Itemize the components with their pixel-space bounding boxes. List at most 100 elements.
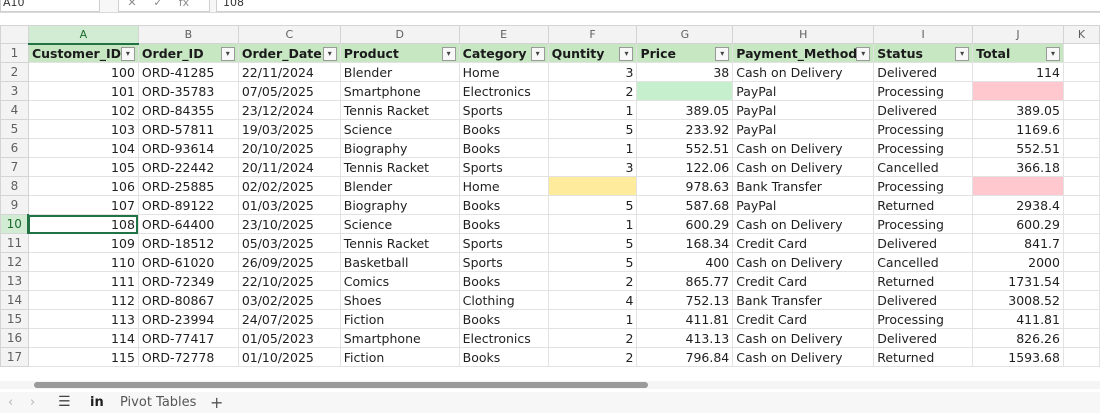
header-cell[interactable]: Payment_Method ▾ (732, 43, 875, 63)
cell[interactable]: 411.81 (636, 309, 734, 329)
cell[interactable]: ORD-18512 (137, 233, 239, 253)
cell[interactable]: 600.29 (636, 214, 734, 234)
cell[interactable]: 552.51 (972, 138, 1064, 158)
cell[interactable]: Books (458, 195, 549, 215)
cell[interactable]: 07/05/2025 (237, 81, 341, 101)
column-header[interactable]: I (873, 25, 974, 44)
cell[interactable]: ORD-80867 (137, 290, 239, 310)
cell[interactable]: 2 (547, 328, 638, 348)
cell[interactable]: Sports (458, 100, 549, 120)
empty-cell[interactable] (1062, 328, 1100, 348)
empty-cell[interactable] (1062, 100, 1100, 120)
cell[interactable]: 20/11/2024 (237, 157, 341, 177)
cell[interactable]: 20/10/2025 (237, 138, 341, 158)
cell[interactable]: Home (458, 176, 549, 196)
filter-dropdown-icon[interactable]: ▾ (441, 46, 456, 61)
cell[interactable]: Shoes (339, 290, 460, 310)
header-cell[interactable]: Status ▾ (873, 43, 974, 63)
cell[interactable]: 107 (27, 195, 139, 215)
cell[interactable]: Credit Card (732, 233, 875, 253)
cell[interactable]: ORD-77417 (137, 328, 239, 348)
cell[interactable]: ORD-35783 (137, 81, 239, 101)
cell[interactable]: Cash on Delivery (732, 347, 875, 367)
cell[interactable]: Delivered (873, 233, 974, 253)
cell[interactable]: Tennis Racket (339, 100, 460, 120)
cell[interactable]: Processing (873, 176, 974, 196)
cell[interactable]: Sports (458, 233, 549, 253)
cell[interactable]: Books (458, 347, 549, 367)
row-header[interactable]: 16 (0, 328, 29, 348)
cell[interactable]: Fiction (339, 309, 460, 329)
cancel-icon[interactable]: ✕ (119, 0, 145, 11)
column-header[interactable]: A (27, 25, 139, 45)
cell[interactable]: 106 (27, 176, 139, 196)
row-header[interactable]: 5 (0, 119, 29, 139)
row-header[interactable]: 12 (0, 252, 29, 272)
header-cell[interactable]: Category ▾ (458, 43, 549, 63)
cell[interactable]: ORD-84355 (137, 100, 239, 120)
cell[interactable]: 1 (547, 309, 638, 329)
cell[interactable]: Fiction (339, 347, 460, 367)
cell[interactable]: Smartphone (339, 328, 460, 348)
column-header[interactable]: B (137, 25, 239, 44)
cell[interactable] (547, 176, 638, 196)
empty-cell[interactable] (1062, 290, 1100, 310)
cell[interactable]: 03/02/2025 (237, 290, 341, 310)
cell[interactable]: PayPal (732, 119, 875, 139)
cell[interactable]: 112 (27, 290, 139, 310)
cell[interactable]: Blender (339, 62, 460, 82)
cell[interactable] (972, 81, 1064, 101)
cell[interactable]: Credit Card (732, 309, 875, 329)
cell[interactable]: 103 (27, 119, 139, 139)
cell[interactable]: 552.51 (636, 138, 734, 158)
cell[interactable]: ORD-22442 (137, 157, 239, 177)
fx-icon[interactable]: fx (171, 0, 197, 11)
cell[interactable]: 5 (547, 119, 638, 139)
cell[interactable]: 413.13 (636, 328, 734, 348)
cell[interactable]: 411.81 (972, 309, 1064, 329)
cell[interactable]: 400 (636, 252, 734, 272)
cell[interactable]: Science (339, 214, 460, 234)
cell[interactable]: Cash on Delivery (732, 62, 875, 82)
cell[interactable]: Processing (873, 119, 974, 139)
formula-input[interactable]: 108 (216, 0, 1100, 12)
column-header[interactable]: K (1062, 25, 1100, 44)
cell[interactable]: Delivered (873, 328, 974, 348)
cell[interactable]: ORD-61020 (137, 252, 239, 272)
cell[interactable]: 108 (27, 214, 139, 234)
cell[interactable]: 05/03/2025 (237, 233, 341, 253)
row-header[interactable]: 9 (0, 195, 29, 215)
row-header[interactable]: 13 (0, 271, 29, 291)
cell[interactable]: 1731.54 (972, 271, 1064, 291)
cell[interactable]: Cash on Delivery (732, 328, 875, 348)
cell[interactable]: Books (458, 119, 549, 139)
row-header[interactable]: 14 (0, 290, 29, 310)
empty-cell[interactable] (1062, 62, 1100, 82)
column-header[interactable]: J (972, 25, 1064, 44)
filter-dropdown-icon[interactable]: ▾ (322, 46, 337, 61)
cell[interactable]: 109 (27, 233, 139, 253)
cell[interactable]: 600.29 (972, 214, 1064, 234)
cell[interactable]: Home (458, 62, 549, 82)
tab-pivot-tables[interactable]: Pivot Tables (120, 395, 196, 410)
filter-dropdown-icon[interactable]: ▾ (856, 46, 871, 61)
cell[interactable]: Cancelled (873, 252, 974, 272)
cell[interactable]: Science (339, 119, 460, 139)
row-header[interactable]: 3 (0, 81, 29, 101)
empty-cell[interactable] (1062, 43, 1100, 63)
row-header[interactable]: 10 (0, 214, 30, 234)
row-header[interactable]: 6 (0, 138, 29, 158)
cell[interactable]: 4 (547, 290, 638, 310)
cell[interactable]: 3008.52 (972, 290, 1064, 310)
empty-cell[interactable] (1062, 157, 1100, 177)
cell[interactable]: 841.7 (972, 233, 1064, 253)
row-header[interactable]: 4 (0, 100, 29, 120)
cell[interactable]: Bank Transfer (732, 290, 875, 310)
column-header[interactable]: H (732, 25, 875, 44)
cell[interactable] (972, 176, 1064, 196)
filter-dropdown-icon[interactable]: ▾ (220, 46, 235, 61)
header-cell[interactable]: Total ▾ (972, 43, 1064, 63)
cell[interactable]: 865.77 (636, 271, 734, 291)
empty-cell[interactable] (1062, 252, 1100, 272)
cell[interactable]: ORD-89122 (137, 195, 239, 215)
